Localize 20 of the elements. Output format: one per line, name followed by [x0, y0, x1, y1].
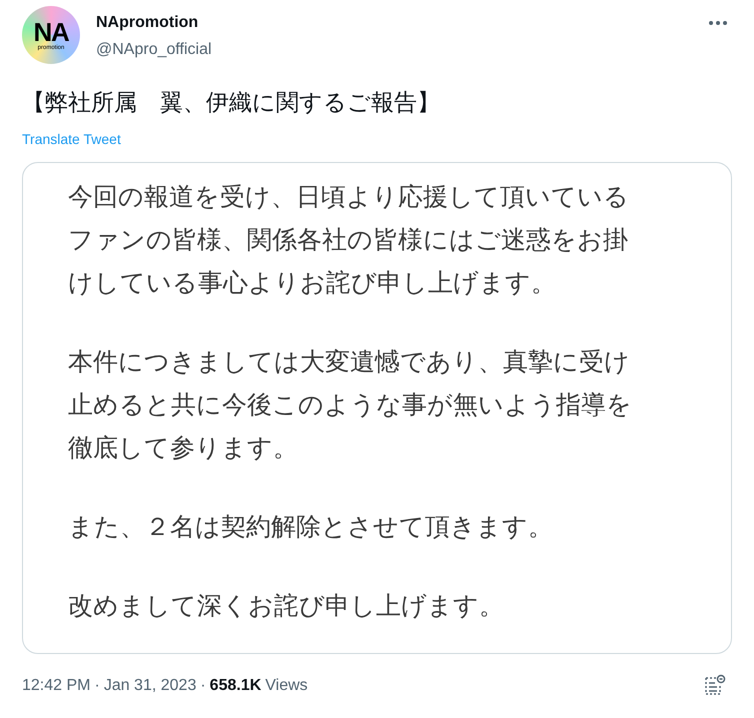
more-icon[interactable] — [708, 20, 728, 26]
author-handle[interactable]: @NApro_official — [96, 38, 212, 62]
tweet-image[interactable]: 今回の報道を受け、日頃より応援して頂いている ファンの皆様、関係各社の皆様にはご迷惑をお掛 けしている事心よりお詫び申し上げます。 本件につきましては大変遺憾であり、真摯に受け 止めると共に今後このような事が無いよう指導を 徹底して参ります。 また、２名は契約解除とさせて頂きます。 改めまして深くお詫び申し上げます。 — [22, 162, 732, 654]
image-text-line: 徹底して参ります。 — [68, 432, 299, 464]
image-text-line: 止めると共に今後このような事が無いよう指導を — [68, 388, 633, 420]
image-text-line: また、２名は契約解除とさせて頂きます。 — [68, 510, 554, 542]
separator-dot: · — [200, 676, 206, 696]
image-text-line: 今回の報道を受け、日頃より応援して頂いている — [68, 180, 630, 212]
views-label: Views — [265, 676, 308, 696]
image-text-line: 改めまして深くお詫び申し上げます。 — [68, 590, 505, 622]
author-name[interactable]: NApromotion — [96, 11, 212, 35]
image-text-line: けしている事心よりお詫び申し上げます。 — [68, 266, 557, 298]
tweet-text: 【弊社所属 翼、伊織に関するご報告】 — [22, 89, 441, 118]
tweet-time[interactable]: 12:42 PM — [22, 674, 90, 698]
separator-dot: · — [94, 676, 100, 696]
logo-letters: NA — [34, 19, 68, 45]
views-count: 658.1K — [210, 676, 262, 696]
tweet-date[interactable]: Jan 31, 2023 — [104, 674, 196, 698]
image-text-line: 本件につきましては大変遺憾であり、真摯に受け — [68, 346, 631, 378]
image-text-line: ファンの皆様、関係各社の皆様にはご迷惑をお掛 — [68, 224, 629, 256]
